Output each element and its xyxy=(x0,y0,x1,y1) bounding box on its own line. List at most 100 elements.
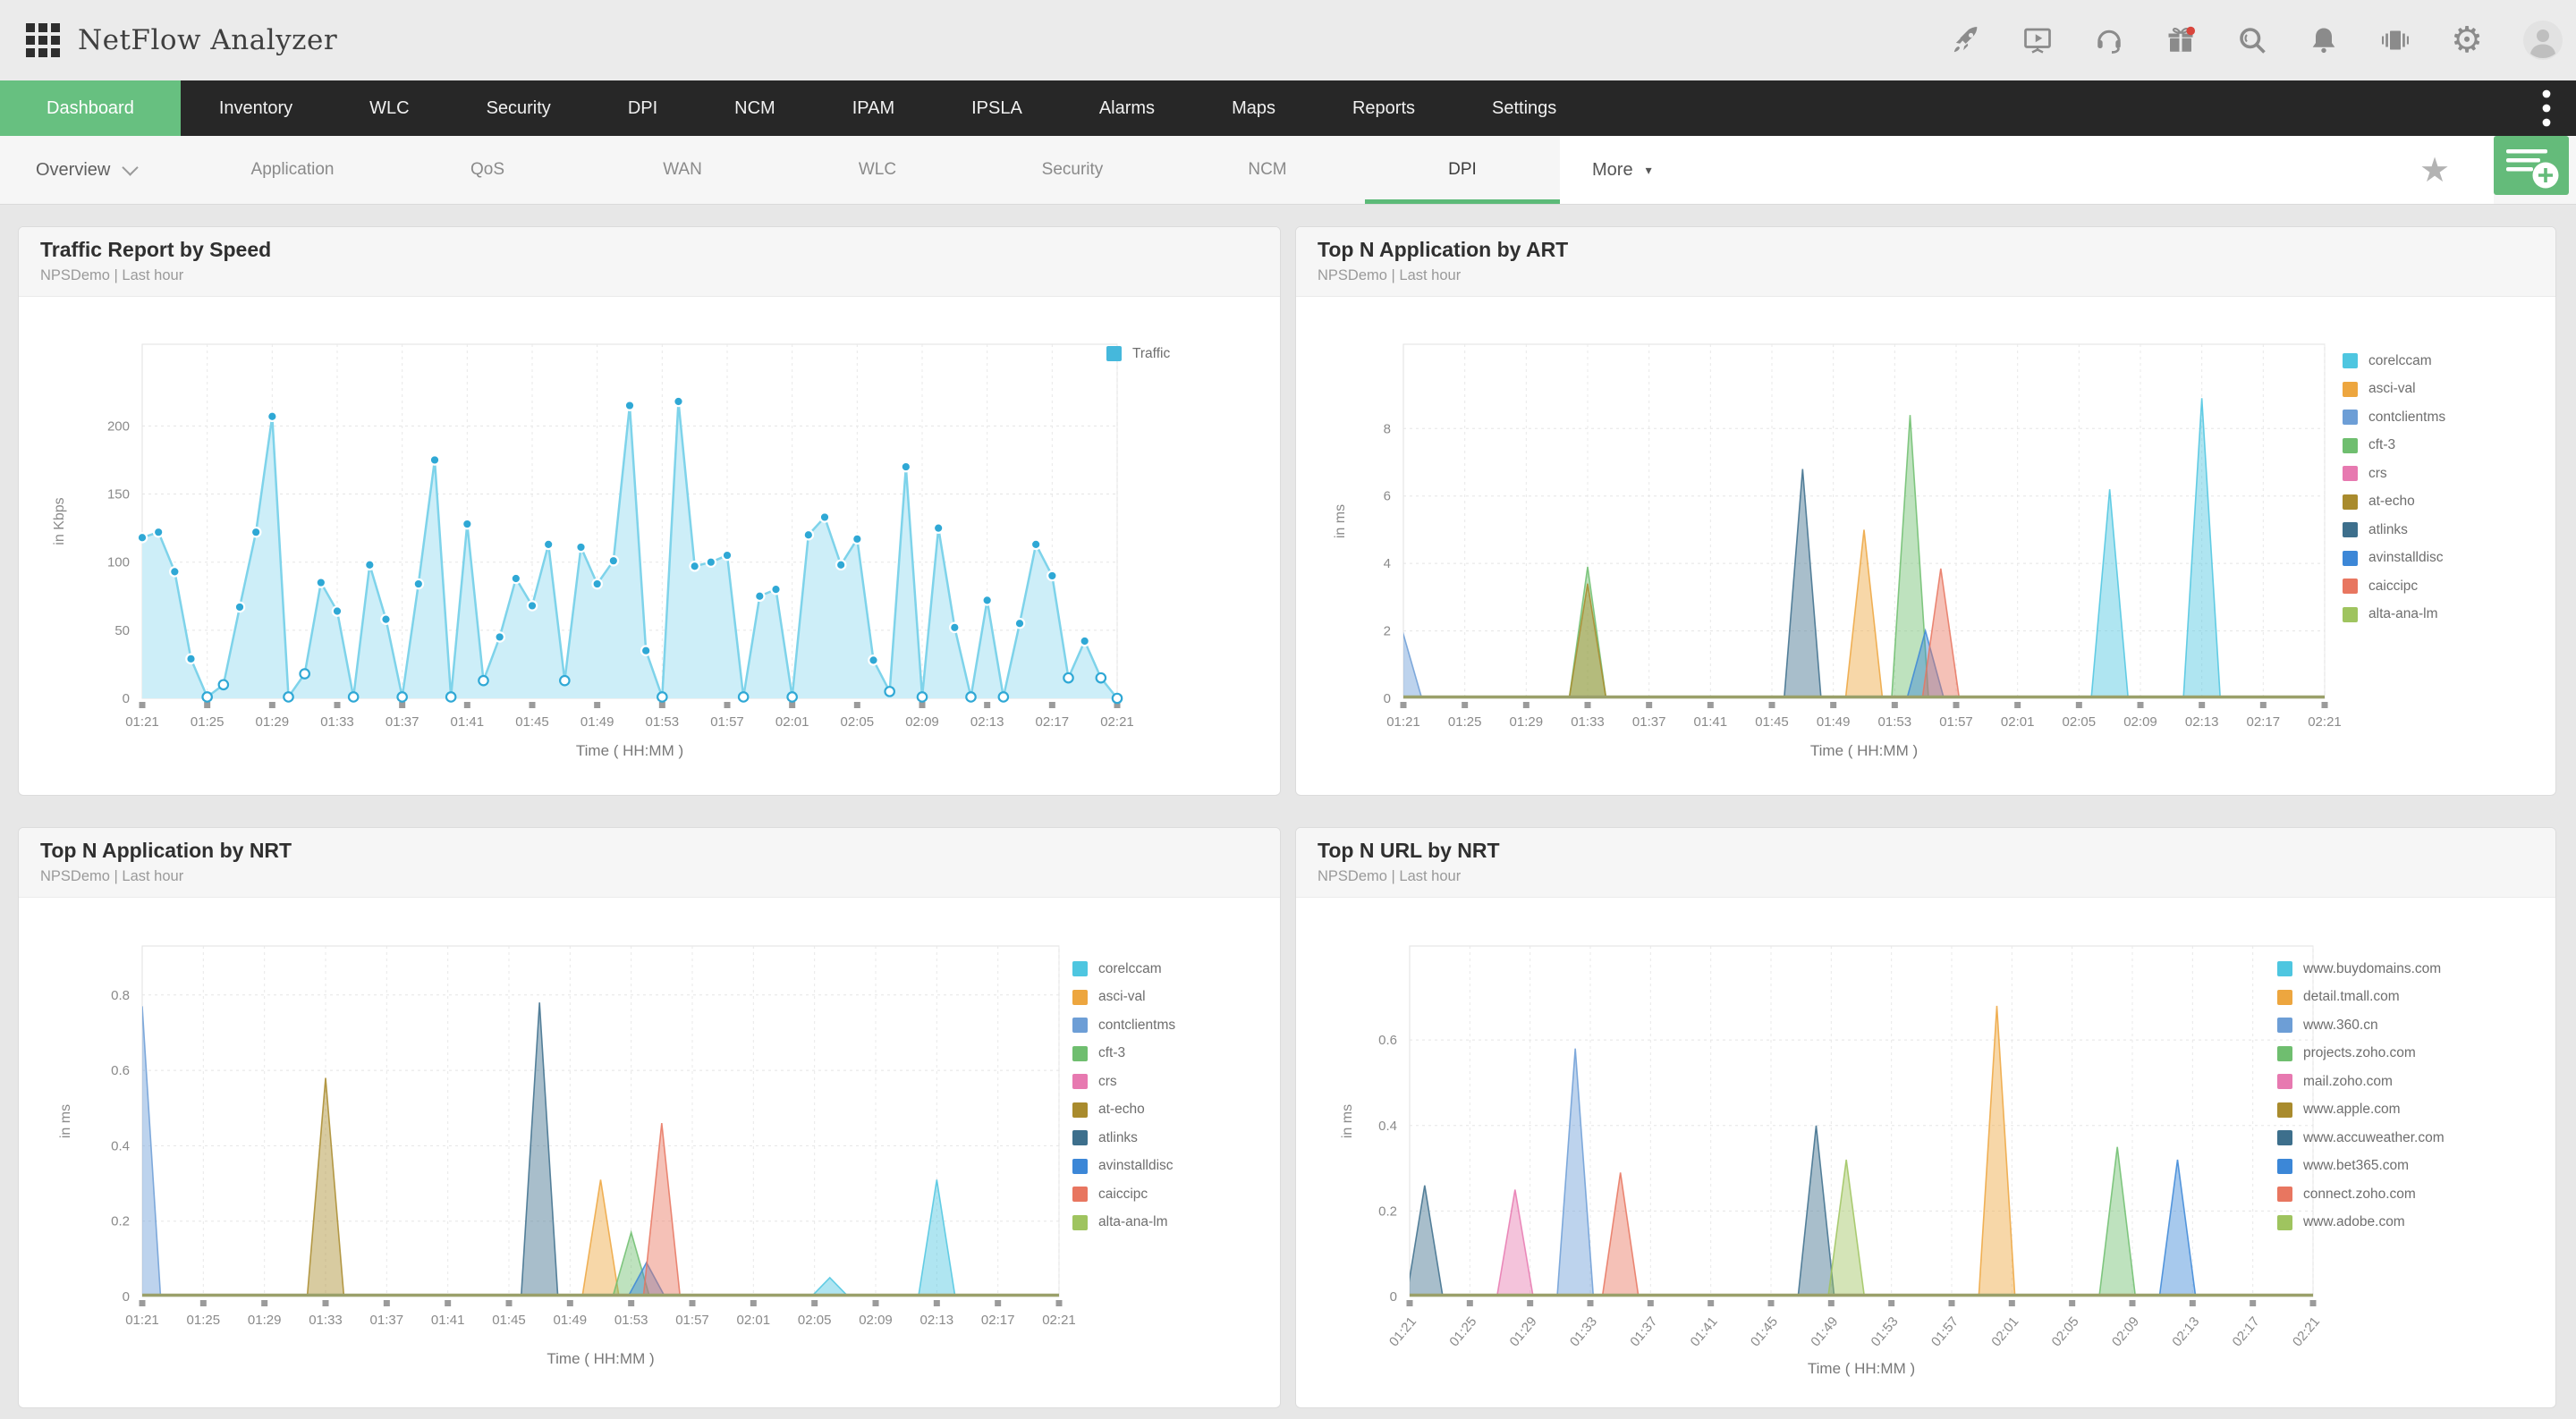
nav-item-settings[interactable]: Settings xyxy=(1453,80,1595,136)
legend-item-mail-zoho-com: mail.zoho.com xyxy=(2277,1068,2445,1096)
nav-item-inventory[interactable]: Inventory xyxy=(181,80,331,136)
nav-item-ncm[interactable]: NCM xyxy=(696,80,814,136)
subnav-tab-dpi[interactable]: DPI xyxy=(1365,136,1560,204)
legend-swatch xyxy=(2277,961,2292,977)
svg-text:01:57: 01:57 xyxy=(710,714,744,730)
legend-label: cft-3 xyxy=(2368,437,2396,453)
panel-subtitle: NPSDemo | Last hour xyxy=(40,267,184,283)
nav-item-dpi[interactable]: DPI xyxy=(589,80,696,136)
svg-text:01:45: 01:45 xyxy=(492,1313,526,1328)
legend-swatch xyxy=(2343,522,2358,538)
subnav-tab-ncm[interactable]: NCM xyxy=(1170,136,1365,204)
product-switcher-icon[interactable] xyxy=(2379,24,2411,56)
panel-header: Top N Application by ART NPSDemo | Last … xyxy=(1296,227,2555,297)
nav-item-reports[interactable]: Reports xyxy=(1314,80,1453,136)
legend-label: detail.tmall.com xyxy=(2303,989,2400,1005)
svg-text:01:37: 01:37 xyxy=(1627,1314,1660,1350)
legend-item-projects-zoho-com: projects.zoho.com xyxy=(2277,1040,2445,1068)
subnav-tab-application[interactable]: Application xyxy=(195,136,390,204)
add-dashboard-button[interactable] xyxy=(2494,136,2569,195)
legend-item-atlinks: atlinks xyxy=(1072,1124,1175,1153)
legend-swatch xyxy=(2277,1130,2292,1146)
legend-label: alta-ana-lm xyxy=(1098,1214,1168,1230)
whats-new-gift-icon[interactable] xyxy=(2165,24,2197,56)
legend-item-cft-3: cft-3 xyxy=(1072,1040,1175,1068)
legend-label: connect.zoho.com xyxy=(2303,1186,2416,1202)
app-title: NetFlow Analyzer xyxy=(78,24,338,56)
legend-item-crs: crs xyxy=(1072,1068,1175,1096)
notifications-bell-icon[interactable] xyxy=(2308,24,2340,56)
legend-item-corelccam: corelccam xyxy=(1072,955,1175,984)
legend-swatch xyxy=(1072,1102,1088,1118)
svg-text:0: 0 xyxy=(1384,691,1391,706)
nav-item-alarms[interactable]: Alarms xyxy=(1061,80,1193,136)
svg-text:in Kbps: in Kbps xyxy=(52,497,67,545)
legend-label: caiccipc xyxy=(1098,1186,1148,1202)
svg-text:8: 8 xyxy=(1384,421,1391,436)
svg-text:02:21: 02:21 xyxy=(2290,1314,2323,1350)
svg-text:01:25: 01:25 xyxy=(191,714,225,730)
svg-text:Time ( HH:MM ): Time ( HH:MM ) xyxy=(547,1350,654,1367)
legend-item-connect-zoho-com: connect.zoho.com xyxy=(2277,1180,2445,1209)
subnav-tab-security[interactable]: Security xyxy=(975,136,1170,204)
legend-label: www.adobe.com xyxy=(2303,1214,2405,1230)
legend-item-alta-ana-lm: alta-ana-lm xyxy=(2343,601,2445,629)
legend-swatch xyxy=(2277,1018,2292,1034)
nav-item-maps[interactable]: Maps xyxy=(1193,80,1314,136)
panel-title: Top N Application by ART xyxy=(1318,238,1569,261)
rocket-icon[interactable] xyxy=(1950,24,1982,56)
nav-item-dashboard[interactable]: Dashboard xyxy=(0,80,181,136)
svg-text:0: 0 xyxy=(123,691,130,706)
svg-text:01:33: 01:33 xyxy=(309,1313,343,1328)
more-dropdown[interactable]: More ▾ xyxy=(1592,136,1652,204)
svg-text:01:45: 01:45 xyxy=(1748,1314,1781,1350)
legend-item-www-buydomains-com: www.buydomains.com xyxy=(2277,955,2445,984)
svg-text:Time ( HH:MM ): Time ( HH:MM ) xyxy=(576,742,683,759)
subnav-tab-qos[interactable]: QoS xyxy=(390,136,585,204)
svg-text:01:37: 01:37 xyxy=(1632,714,1666,730)
svg-text:50: 50 xyxy=(114,623,130,638)
svg-text:01:21: 01:21 xyxy=(125,1313,159,1328)
legend-swatch xyxy=(2343,410,2358,426)
legend-swatch xyxy=(1072,1018,1088,1034)
subnav-tab-wlc[interactable]: WLC xyxy=(780,136,975,204)
subnav-tab-wan[interactable]: WAN xyxy=(585,136,780,204)
svg-text:02:05: 02:05 xyxy=(841,714,875,730)
legend-label: www.bet365.com xyxy=(2303,1158,2410,1174)
legend-label: caiccipc xyxy=(2368,578,2419,594)
search-icon[interactable] xyxy=(2236,24,2268,56)
legend-swatch xyxy=(2343,579,2358,595)
nav-item-security[interactable]: Security xyxy=(448,80,589,136)
chart-legend: Traffic xyxy=(1106,340,1170,368)
svg-text:02:01: 02:01 xyxy=(775,714,809,730)
panel-header: Top N Application by NRT NPSDemo | Last … xyxy=(19,828,1280,898)
legend-item-at-echo: at-echo xyxy=(2343,488,2445,517)
svg-text:0.6: 0.6 xyxy=(1378,1033,1397,1048)
nav-item-wlc[interactable]: WLC xyxy=(331,80,447,136)
legend-swatch xyxy=(1072,961,1088,977)
overview-dropdown[interactable]: Overview xyxy=(0,136,195,204)
legend-swatch xyxy=(1072,1214,1088,1230)
svg-text:0.4: 0.4 xyxy=(111,1138,130,1153)
legend-swatch xyxy=(1106,346,1122,362)
legend-item-www-bet365-com: www.bet365.com xyxy=(2277,1153,2445,1181)
svg-text:01:41: 01:41 xyxy=(451,714,485,730)
panel-title: Top N URL by NRT xyxy=(1318,839,1500,862)
user-avatar[interactable] xyxy=(2522,20,2563,61)
svg-text:01:29: 01:29 xyxy=(1507,1314,1540,1350)
training-video-icon[interactable] xyxy=(2021,24,2054,56)
favorite-star-icon[interactable]: ★ xyxy=(2419,136,2450,204)
nav-item-ipsla[interactable]: IPSLA xyxy=(933,80,1061,136)
topbar-icon-group: ⚙ xyxy=(1950,0,2563,80)
svg-text:02:13: 02:13 xyxy=(920,1313,954,1328)
svg-text:02:09: 02:09 xyxy=(905,714,939,730)
legend-label: corelccam xyxy=(1098,960,1162,976)
app-launcher-icon[interactable] xyxy=(24,21,62,59)
settings-gear-icon[interactable]: ⚙ xyxy=(2451,22,2483,58)
svg-text:01:25: 01:25 xyxy=(187,1313,221,1328)
nav-overflow-menu-icon[interactable] xyxy=(2540,80,2553,136)
main-nav: Dashboard Inventory WLC Security DPI NCM IPAM I… xyxy=(0,80,2576,136)
legend-label: www.buydomains.com xyxy=(2303,960,2442,976)
nav-item-ipam[interactable]: IPAM xyxy=(814,80,933,136)
support-headset-icon[interactable] xyxy=(2093,24,2125,56)
